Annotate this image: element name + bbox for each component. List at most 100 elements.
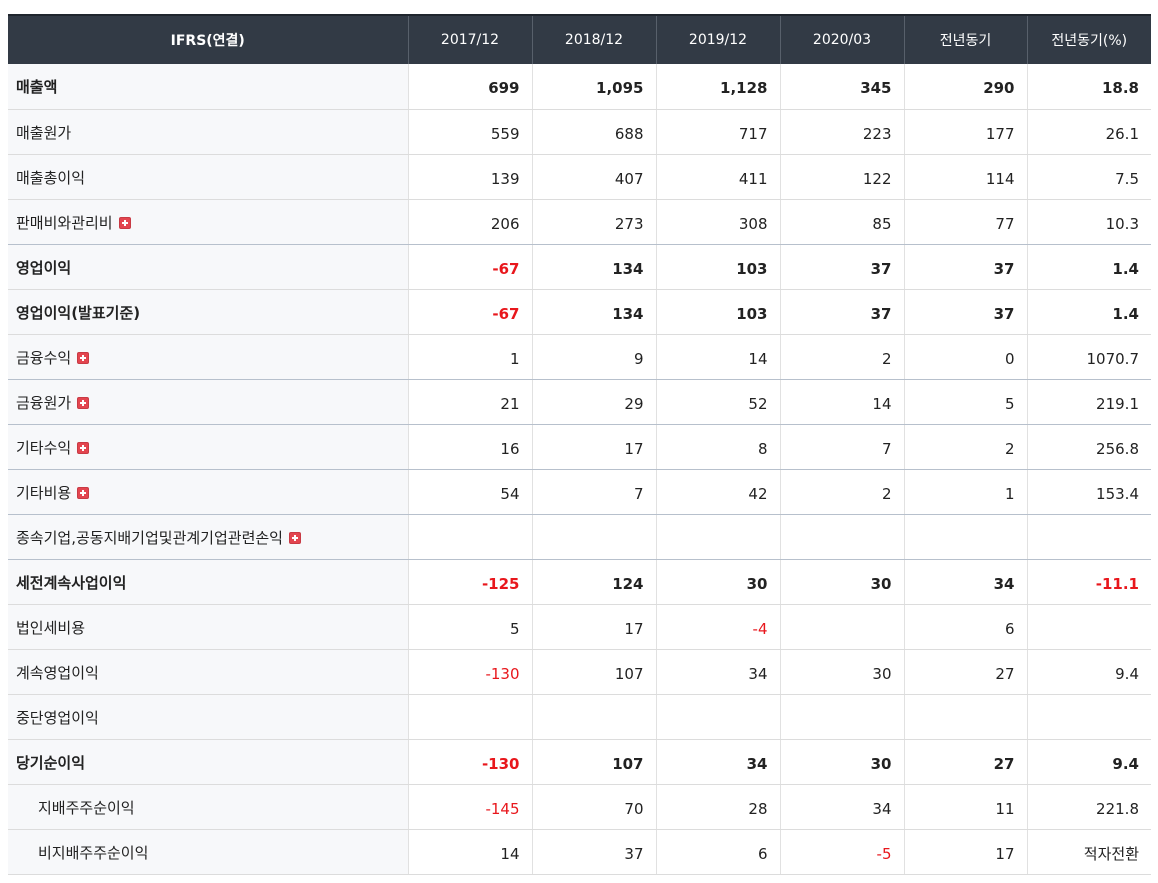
expand-plus-icon[interactable]	[77, 441, 90, 454]
row-label-cell[interactable]: 종속기업,공동지배기업및관계기업관련손익	[8, 514, 408, 560]
row-label-cell: 매출원가	[8, 109, 408, 155]
expand-plus-icon[interactable]	[288, 531, 301, 544]
table-row: 금융원가 21 29 52 14 5 219.1	[8, 379, 1151, 425]
value-cell: 37	[779, 289, 904, 335]
header-ifrs: IFRS(연결)	[8, 14, 408, 64]
value-cell	[407, 514, 532, 560]
value-cell: 134	[531, 244, 656, 290]
value-cell: 1	[903, 469, 1027, 515]
expand-plus-icon[interactable]	[77, 486, 90, 499]
value-cell: 26.1	[1026, 109, 1151, 155]
value-cell: 308	[655, 199, 780, 245]
value-cell	[655, 694, 780, 740]
value-cell: 2	[903, 424, 1027, 470]
header-prev-period-pct: 전년동기(%)	[1026, 14, 1151, 64]
table-row: 법인세비용 5 17 -4 6	[8, 604, 1151, 650]
header-2017-12: 2017/12	[407, 14, 532, 64]
value-cell: 10.3	[1026, 199, 1151, 245]
table-row: 세전계속사업이익 -125 124 30 30 34 -11.1	[8, 559, 1151, 605]
value-cell: 37	[531, 829, 656, 875]
value-cell: 18.8	[1026, 64, 1151, 110]
value-cell: 6	[903, 604, 1027, 650]
value-cell: -67	[407, 289, 532, 335]
value-cell: 8	[655, 424, 780, 470]
row-label: 법인세비용	[16, 618, 86, 637]
value-cell: 9.4	[1026, 739, 1151, 785]
row-label: 기타비용	[16, 483, 72, 502]
table-row: 계속영업이익 -130 107 34 30 27 9.4	[8, 649, 1151, 695]
expand-plus-icon[interactable]	[77, 351, 90, 364]
value-cell: -130	[407, 649, 532, 695]
value-cell: 153.4	[1026, 469, 1151, 515]
row-label-cell[interactable]: 기타비용	[8, 469, 408, 515]
value-cell: 2	[779, 469, 904, 515]
value-cell: 30	[779, 649, 904, 695]
value-cell	[1026, 514, 1151, 560]
value-cell: 134	[531, 289, 656, 335]
value-cell: 14	[655, 334, 780, 380]
value-cell: 345	[779, 64, 904, 110]
value-cell: 206	[407, 199, 532, 245]
expand-plus-icon[interactable]	[118, 216, 131, 229]
value-cell: 17	[903, 829, 1027, 875]
value-cell	[1026, 694, 1151, 740]
table-row: 당기순이익 -130 107 34 30 27 9.4	[8, 739, 1151, 785]
value-cell: 28	[655, 784, 780, 830]
value-cell: 273	[531, 199, 656, 245]
value-cell: 139	[407, 154, 532, 200]
value-cell: 559	[407, 109, 532, 155]
row-label-cell: 당기순이익	[8, 739, 408, 785]
row-label-cell[interactable]: 판매비와관리비	[8, 199, 408, 245]
value-cell: -5	[779, 829, 904, 875]
row-label: 기타수익	[16, 438, 72, 457]
value-cell: 42	[655, 469, 780, 515]
value-cell: 30	[655, 559, 780, 605]
row-label-cell: 세전계속사업이익	[8, 559, 408, 605]
value-cell: 1.4	[1026, 244, 1151, 290]
row-label-cell[interactable]: 금융원가	[8, 379, 408, 425]
value-cell: 77	[903, 199, 1027, 245]
row-label: 매출액	[16, 78, 58, 96]
value-cell: 107	[531, 649, 656, 695]
row-label: 금융수익	[16, 348, 72, 367]
value-cell: 5	[903, 379, 1027, 425]
value-cell: 2	[779, 334, 904, 380]
table-row: 중단영업이익	[8, 694, 1151, 740]
value-cell	[779, 604, 904, 650]
row-label-cell: 매출액	[8, 64, 408, 110]
value-cell: 9.4	[1026, 649, 1151, 695]
row-label: 매출원가	[16, 123, 72, 142]
row-label-cell[interactable]: 기타수익	[8, 424, 408, 470]
row-label-cell: 영업이익(발표기준)	[8, 289, 408, 335]
table-header: IFRS(연결) 2017/12 2018/12 2019/12 2020/03…	[8, 14, 1151, 64]
value-cell: -4	[655, 604, 780, 650]
table-body: 매출액 699 1,095 1,128 345 290 18.8 매출원가 559 688 717 2…	[8, 64, 1151, 875]
table-row: 금융수익 1 9 14 2 0 1070.7	[8, 334, 1151, 380]
value-cell	[531, 694, 656, 740]
value-cell: 219.1	[1026, 379, 1151, 425]
value-cell: 407	[531, 154, 656, 200]
value-cell: 1,095	[531, 64, 656, 110]
value-cell: -145	[407, 784, 532, 830]
row-label-cell: 비지배주주순이익	[8, 829, 408, 875]
row-label: 영업이익	[16, 258, 72, 277]
value-cell: -125	[407, 559, 532, 605]
row-label-cell: 계속영업이익	[8, 649, 408, 695]
value-cell: 1.4	[1026, 289, 1151, 335]
value-cell: 34	[655, 649, 780, 695]
value-cell: 27	[903, 649, 1027, 695]
value-cell: 27	[903, 739, 1027, 785]
value-cell: 688	[531, 109, 656, 155]
table-row: 종속기업,공동지배기업및관계기업관련손익	[8, 514, 1151, 560]
header-2020-03: 2020/03	[779, 14, 904, 64]
row-label: 금융원가	[16, 393, 72, 412]
value-cell: 256.8	[1026, 424, 1151, 470]
table-row: 영업이익(발표기준) -67 134 103 37 37 1.4	[8, 289, 1151, 335]
value-cell: -11.1	[1026, 559, 1151, 605]
expand-plus-icon[interactable]	[77, 396, 90, 409]
row-label-cell[interactable]: 금융수익	[8, 334, 408, 380]
value-cell: 699	[407, 64, 532, 110]
value-cell: 37	[779, 244, 904, 290]
row-label: 계속영업이익	[16, 663, 99, 682]
value-cell: 37	[903, 244, 1027, 290]
